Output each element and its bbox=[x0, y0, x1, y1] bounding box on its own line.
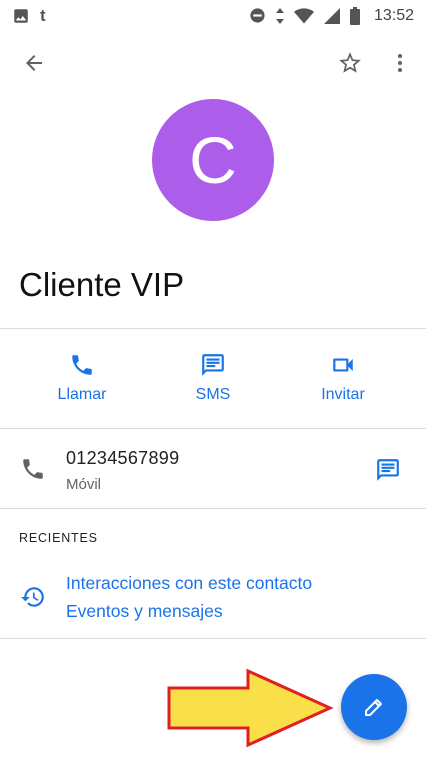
phone-icon bbox=[23, 459, 43, 479]
divider bbox=[0, 328, 426, 329]
star-outline-icon bbox=[339, 52, 361, 73]
more-vert-icon bbox=[398, 54, 402, 72]
back-arrow-icon bbox=[26, 55, 42, 71]
tumblr-icon: t bbox=[40, 6, 46, 25]
call-button[interactable]: Llamar bbox=[27, 352, 137, 404]
divider bbox=[0, 508, 426, 509]
status-bar: t 13:52 bbox=[0, 0, 426, 31]
status-bar-left: t bbox=[12, 7, 46, 25]
call-label: Llamar bbox=[57, 386, 107, 403]
dnd-icon bbox=[250, 8, 265, 23]
phone-number: 01234567899 bbox=[66, 448, 180, 468]
invite-button[interactable]: Invitar bbox=[288, 352, 398, 404]
sms-button[interactable]: SMS bbox=[158, 352, 268, 404]
action-row: Llamar SMS Invitar bbox=[0, 330, 426, 428]
status-time: 13:52 bbox=[373, 6, 414, 24]
battery-icon bbox=[349, 6, 360, 25]
phone-icon bbox=[72, 355, 92, 375]
phone-row[interactable]: 01234567899 Móvil bbox=[0, 430, 426, 508]
invite-label: Invitar bbox=[321, 386, 365, 403]
message-icon bbox=[377, 459, 399, 481]
history-icon bbox=[21, 587, 44, 607]
back-button[interactable] bbox=[14, 43, 54, 83]
image-icon bbox=[14, 8, 28, 23]
sms-label: SMS bbox=[195, 386, 231, 403]
send-message-button[interactable] bbox=[370, 452, 406, 488]
app-bar bbox=[0, 31, 426, 91]
pencil-icon bbox=[365, 699, 382, 716]
status-bar-right: 13:52 bbox=[249, 6, 414, 25]
video-icon bbox=[333, 358, 353, 372]
recent-interactions-row[interactable]: Interacciones con este contacto Eventos … bbox=[0, 562, 426, 638]
annotation-arrow-icon bbox=[167, 668, 334, 748]
divider bbox=[0, 638, 426, 639]
recent-section-title: RECIENTES bbox=[19, 531, 98, 545]
recent-line-events[interactable]: Eventos y mensajes bbox=[66, 601, 223, 622]
wifi-icon bbox=[293, 7, 314, 23]
signal-icon bbox=[323, 7, 340, 24]
contact-avatar: C bbox=[152, 99, 274, 221]
favorite-button[interactable] bbox=[330, 43, 370, 83]
avatar-letter: C bbox=[189, 123, 237, 197]
edit-contact-button[interactable] bbox=[341, 674, 407, 740]
more-options-button[interactable] bbox=[384, 43, 416, 83]
phone-type: Móvil bbox=[66, 476, 102, 493]
recent-line-interactions[interactable]: Interacciones con este contacto bbox=[66, 573, 312, 594]
message-icon bbox=[202, 354, 224, 376]
contact-name: Cliente VIP bbox=[19, 266, 185, 303]
data-arrows-icon bbox=[275, 7, 284, 24]
divider bbox=[0, 428, 426, 429]
